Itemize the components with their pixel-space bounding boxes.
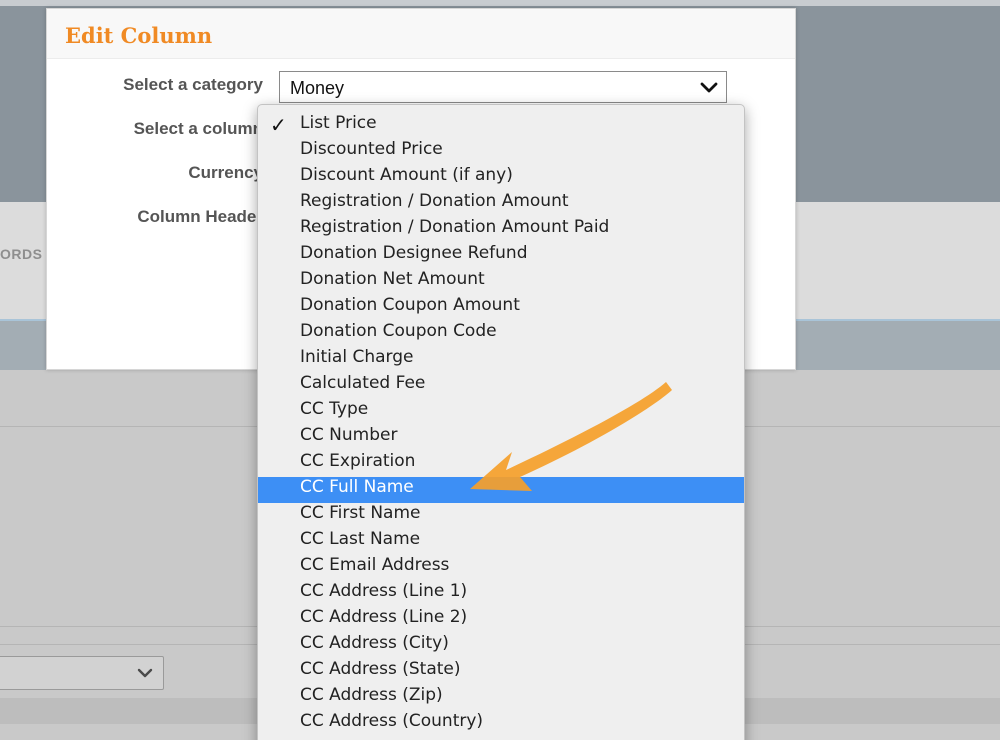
dropdown-option[interactable]: CC Number bbox=[258, 425, 744, 451]
dropdown-option[interactable]: CC First Name bbox=[258, 503, 744, 529]
dropdown-option[interactable]: CC Last Name bbox=[258, 529, 744, 555]
column-label: Select a column bbox=[133, 119, 263, 138]
dropdown-option-label: CC Expiration bbox=[300, 451, 416, 471]
dropdown-option-label: CC Address (Line 1) bbox=[300, 581, 468, 601]
dropdown-option-label: Registration / Donation Amount Paid bbox=[300, 217, 610, 237]
dropdown-option-label: Donation Coupon Amount bbox=[300, 295, 520, 315]
dropdown-option-label: Initial Charge bbox=[300, 347, 414, 367]
dropdown-option[interactable]: Initial Charge bbox=[258, 347, 744, 373]
dropdown-option[interactable]: CC Address (Country) bbox=[258, 711, 744, 737]
dropdown-option-label: CC Full Name bbox=[300, 477, 414, 497]
dropdown-option-label: CC Address (State) bbox=[300, 659, 461, 679]
dropdown-option-label: List Price bbox=[300, 113, 377, 133]
dropdown-option[interactable]: CC Address (Line 1) bbox=[258, 581, 744, 607]
column-dropdown-list[interactable]: ✓ List Price Discounted Price Discount Amou… bbox=[257, 104, 745, 740]
dropdown-option-label: Registration / Donation Amount bbox=[300, 191, 569, 211]
dropdown-option[interactable]: CC Address (City) bbox=[258, 633, 744, 659]
dropdown-option[interactable]: CC Type bbox=[258, 399, 744, 425]
dropdown-option[interactable]: CC Full Name bbox=[258, 477, 744, 503]
dropdown-option[interactable]: Discounted Price bbox=[258, 139, 744, 165]
dropdown-option[interactable]: Donation Coupon Code bbox=[258, 321, 744, 347]
dropdown-option-label: CC Type bbox=[300, 399, 369, 419]
dropdown-option-label: CC Address (City) bbox=[300, 633, 449, 653]
dialog-title: Edit Column bbox=[65, 23, 213, 48]
chevron-down-icon bbox=[137, 668, 153, 678]
dropdown-option-label: Donation Designee Refund bbox=[300, 243, 528, 263]
dropdown-option[interactable]: CC Expiration bbox=[258, 451, 744, 477]
dropdown-option-label: CC Address (Zip) bbox=[300, 685, 443, 705]
dropdown-option-label: CC Number bbox=[300, 425, 398, 445]
dropdown-option-label: Donation Net Amount bbox=[300, 269, 485, 289]
checkmark-icon: ✓ bbox=[270, 113, 287, 137]
background-select bbox=[0, 656, 164, 690]
dropdown-option[interactable]: Donation Designee Refund bbox=[258, 243, 744, 269]
category-select-value: Money bbox=[290, 78, 345, 98]
dropdown-option-label: Discount Amount (if any) bbox=[300, 165, 513, 185]
dropdown-option-label: CC First Name bbox=[300, 503, 421, 523]
dropdown-option[interactable]: ✓ List Price bbox=[258, 113, 744, 139]
category-label: Select a category bbox=[123, 75, 263, 94]
category-select[interactable]: Money bbox=[279, 71, 727, 103]
dropdown-option[interactable]: Discount Amount (if any) bbox=[258, 165, 744, 191]
dropdown-option-label: CC Address (Country) bbox=[300, 711, 484, 731]
dropdown-option[interactable]: Registration / Donation Amount Paid bbox=[258, 217, 744, 243]
dropdown-option[interactable]: Registration / Donation Amount bbox=[258, 191, 744, 217]
dropdown-option[interactable]: CC Email Address bbox=[258, 555, 744, 581]
background-tab-label: ORDS bbox=[0, 246, 43, 262]
column-header-label: Column Header bbox=[137, 207, 263, 226]
currency-label: Currency bbox=[188, 163, 263, 182]
dropdown-option[interactable]: Donation Net Amount bbox=[258, 269, 744, 295]
dropdown-option[interactable]: Donation Coupon Amount bbox=[258, 295, 744, 321]
dropdown-option-label: CC Last Name bbox=[300, 529, 421, 549]
chevron-down-icon bbox=[700, 82, 718, 93]
dropdown-option-label: Calculated Fee bbox=[300, 373, 426, 393]
dropdown-option-label: Donation Coupon Code bbox=[300, 321, 497, 341]
dropdown-option-label: CC Email Address bbox=[300, 555, 450, 575]
dropdown-option[interactable]: CC Address (Zip) bbox=[258, 685, 744, 711]
dropdown-option[interactable]: CC Address (Line 2) bbox=[258, 607, 744, 633]
dropdown-option-label: CC Address (Line 2) bbox=[300, 607, 468, 627]
dropdown-option[interactable]: CC Address (State) bbox=[258, 659, 744, 685]
dropdown-option-label: Discounted Price bbox=[300, 139, 443, 159]
dropdown-option[interactable]: Calculated Fee bbox=[258, 373, 744, 399]
